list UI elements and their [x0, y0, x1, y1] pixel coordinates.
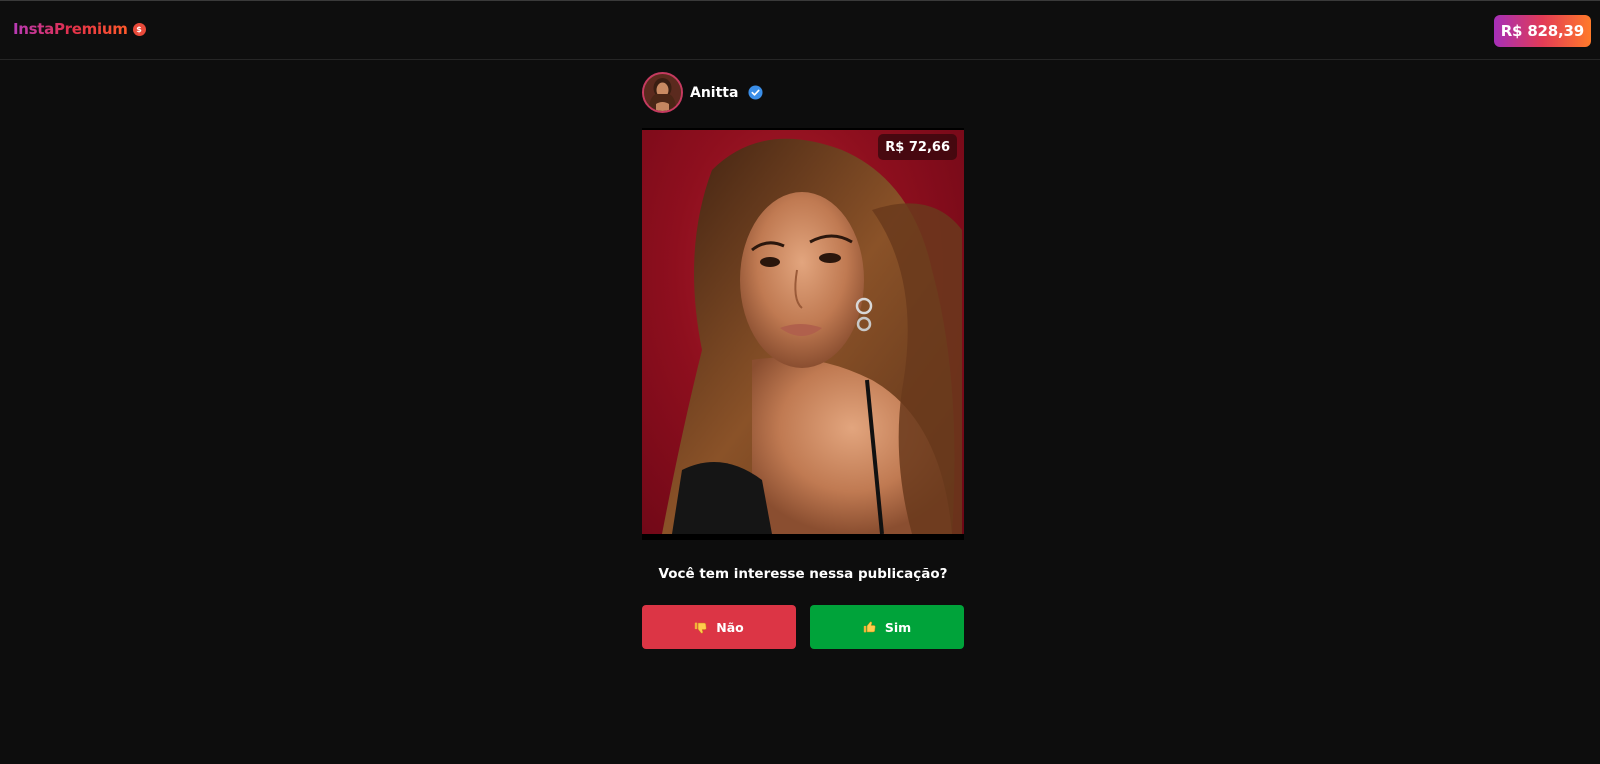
price-tag: R$ 72,66: [878, 134, 957, 160]
post-card: Anitta R$ 72,66 Você tem interesse nessa…: [642, 72, 964, 649]
yes-button-label: Sim: [884, 619, 912, 635]
post-username[interactable]: Anitta: [690, 85, 738, 101]
post-photo: [642, 130, 964, 535]
portrait-illustration: [662, 138, 962, 535]
thumbs-down-icon: [695, 622, 707, 633]
price-value: R$ 72,66: [885, 139, 950, 155]
top-bar: InstaPremium $ R$ 828,39: [0, 0, 1600, 60]
avatar[interactable]: [642, 72, 683, 113]
thumbs-up-icon: [863, 621, 876, 632]
brand-logo[interactable]: InstaPremium $: [13, 20, 146, 38]
yes-button[interactable]: Sim: [810, 605, 964, 649]
verified-badge-icon: [748, 85, 763, 100]
post-header: Anitta: [642, 72, 964, 113]
balance-value: R$ 828,39: [1500, 22, 1584, 40]
balance-badge: R$ 828,39: [1493, 15, 1591, 47]
coin-icon: $: [132, 22, 146, 36]
no-button-label: Não: [716, 619, 744, 635]
brand-name: InstaPremium: [13, 20, 128, 38]
avatar-portrait: [644, 74, 681, 111]
no-button[interactable]: Não: [642, 605, 796, 649]
interest-question: Você tem interesse nessa publicação?: [658, 566, 948, 582]
post-image[interactable]: R$ 72,66: [642, 128, 964, 540]
